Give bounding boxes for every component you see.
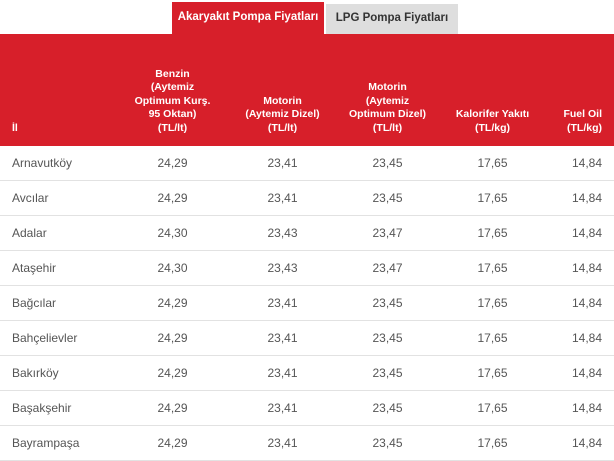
motorin-optimum-price-cell: 23,45: [335, 425, 440, 461]
kalorifer-price-cell: 17,65: [440, 250, 545, 286]
motorin-price-cell: 23,41: [230, 180, 335, 216]
motorin-optimum-price-cell: 23,45: [335, 285, 440, 321]
fuel-oil-price-cell: 14,84: [545, 425, 614, 461]
motorin-optimum-price-cell: 23,45: [335, 390, 440, 426]
header-benzin[interactable]: Benzin (Aytemiz Optimum Kurş. 95 Oktan) …: [115, 34, 230, 146]
motorin-optimum-price-cell: 23,45: [335, 180, 440, 216]
province-cell: Başakşehir: [0, 390, 115, 426]
fuel-oil-price-cell: 14,84: [545, 180, 614, 216]
header-province[interactable]: İl: [0, 34, 115, 146]
kalorifer-price-cell: 17,65: [440, 425, 545, 461]
table-row: Adalar 24,30 23,43 23,47 17,65 14,84: [0, 215, 614, 251]
tab-fuel-prices[interactable]: Akaryakıt Pompa Fiyatları: [172, 2, 324, 34]
fuel-oil-price-cell: 14,84: [545, 320, 614, 356]
motorin-price-cell: 23,41: [230, 285, 335, 321]
benzin-price-cell: 24,29: [115, 146, 230, 181]
motorin-price-cell: 23,41: [230, 425, 335, 461]
kalorifer-price-cell: 17,65: [440, 180, 545, 216]
motorin-price-cell: 23,43: [230, 215, 335, 251]
province-cell: Bakırköy: [0, 355, 115, 391]
tab-bar: Akaryakıt Pompa Fiyatları LPG Pompa Fiya…: [0, 0, 614, 34]
kalorifer-price-cell: 17,65: [440, 320, 545, 356]
benzin-price-cell: 24,29: [115, 180, 230, 216]
table-header-row: İl Benzin (Aytemiz Optimum Kurş. 95 Okta…: [0, 34, 614, 146]
benzin-price-cell: 24,30: [115, 215, 230, 251]
table-row: Bakırköy 24,29 23,41 23,45 17,65 14,84: [0, 355, 614, 391]
table-row: Bağcılar 24,29 23,41 23,45 17,65 14,84: [0, 285, 614, 321]
motorin-optimum-price-cell: 23,45: [335, 146, 440, 181]
header-kalorifer[interactable]: Kalorifer Yakıtı (TL/kg): [440, 34, 545, 146]
fuel-oil-price-cell: 14,84: [545, 285, 614, 321]
table-row: Bayrampaşa 24,29 23,41 23,45 17,65 14,84: [0, 425, 614, 461]
header-fuel-oil[interactable]: Fuel Oil (TL/kg): [545, 34, 614, 146]
benzin-price-cell: 24,29: [115, 285, 230, 321]
table-row: Avcılar 24,29 23,41 23,45 17,65 14,84: [0, 180, 614, 216]
kalorifer-price-cell: 17,65: [440, 355, 545, 391]
province-cell: Arnavutköy: [0, 146, 115, 181]
motorin-price-cell: 23,41: [230, 320, 335, 356]
motorin-price-cell: 23,43: [230, 250, 335, 286]
kalorifer-price-cell: 17,65: [440, 390, 545, 426]
kalorifer-price-cell: 17,65: [440, 215, 545, 251]
fuel-oil-price-cell: 14,84: [545, 146, 614, 181]
motorin-optimum-price-cell: 23,47: [335, 250, 440, 286]
motorin-optimum-price-cell: 23,45: [335, 355, 440, 391]
table-row: Ataşehir 24,30 23,43 23,47 17,65 14,84: [0, 250, 614, 286]
benzin-price-cell: 24,29: [115, 320, 230, 356]
table-row: Bahçelievler 24,29 23,41 23,45 17,65 14,84: [0, 320, 614, 356]
motorin-price-cell: 23,41: [230, 146, 335, 181]
tab-lpg-prices[interactable]: LPG Pompa Fiyatları: [326, 4, 458, 34]
province-cell: Bahçelievler: [0, 320, 115, 356]
province-cell: Adalar: [0, 215, 115, 251]
province-cell: Bayrampaşa: [0, 425, 115, 461]
province-cell: Ataşehir: [0, 250, 115, 286]
fuel-oil-price-cell: 14,84: [545, 390, 614, 426]
kalorifer-price-cell: 17,65: [440, 146, 545, 181]
fuel-oil-price-cell: 14,84: [545, 215, 614, 251]
motorin-price-cell: 23,41: [230, 355, 335, 391]
province-cell: Avcılar: [0, 180, 115, 216]
benzin-price-cell: 24,29: [115, 355, 230, 391]
motorin-optimum-price-cell: 23,47: [335, 215, 440, 251]
motorin-price-cell: 23,41: [230, 390, 335, 426]
province-cell: Bağcılar: [0, 285, 115, 321]
benzin-price-cell: 24,29: [115, 425, 230, 461]
price-table-container: İl Benzin (Aytemiz Optimum Kurş. 95 Okta…: [0, 34, 614, 461]
benzin-price-cell: 24,29: [115, 390, 230, 426]
table-row: Arnavutköy 24,29 23,41 23,45 17,65 14,84: [0, 146, 614, 181]
header-motorin[interactable]: Motorin (Aytemiz Dizel) (TL/lt): [230, 34, 335, 146]
motorin-optimum-price-cell: 23,45: [335, 320, 440, 356]
fuel-oil-price-cell: 14,84: [545, 250, 614, 286]
table-row: Başakşehir 24,29 23,41 23,45 17,65 14,84: [0, 390, 614, 426]
fuel-oil-price-cell: 14,84: [545, 355, 614, 391]
price-table: İl Benzin (Aytemiz Optimum Kurş. 95 Okta…: [0, 34, 614, 461]
benzin-price-cell: 24,30: [115, 250, 230, 286]
header-motorin-optimum[interactable]: Motorin (Aytemiz Optimum Dizel) (TL/lt): [335, 34, 440, 146]
kalorifer-price-cell: 17,65: [440, 285, 545, 321]
